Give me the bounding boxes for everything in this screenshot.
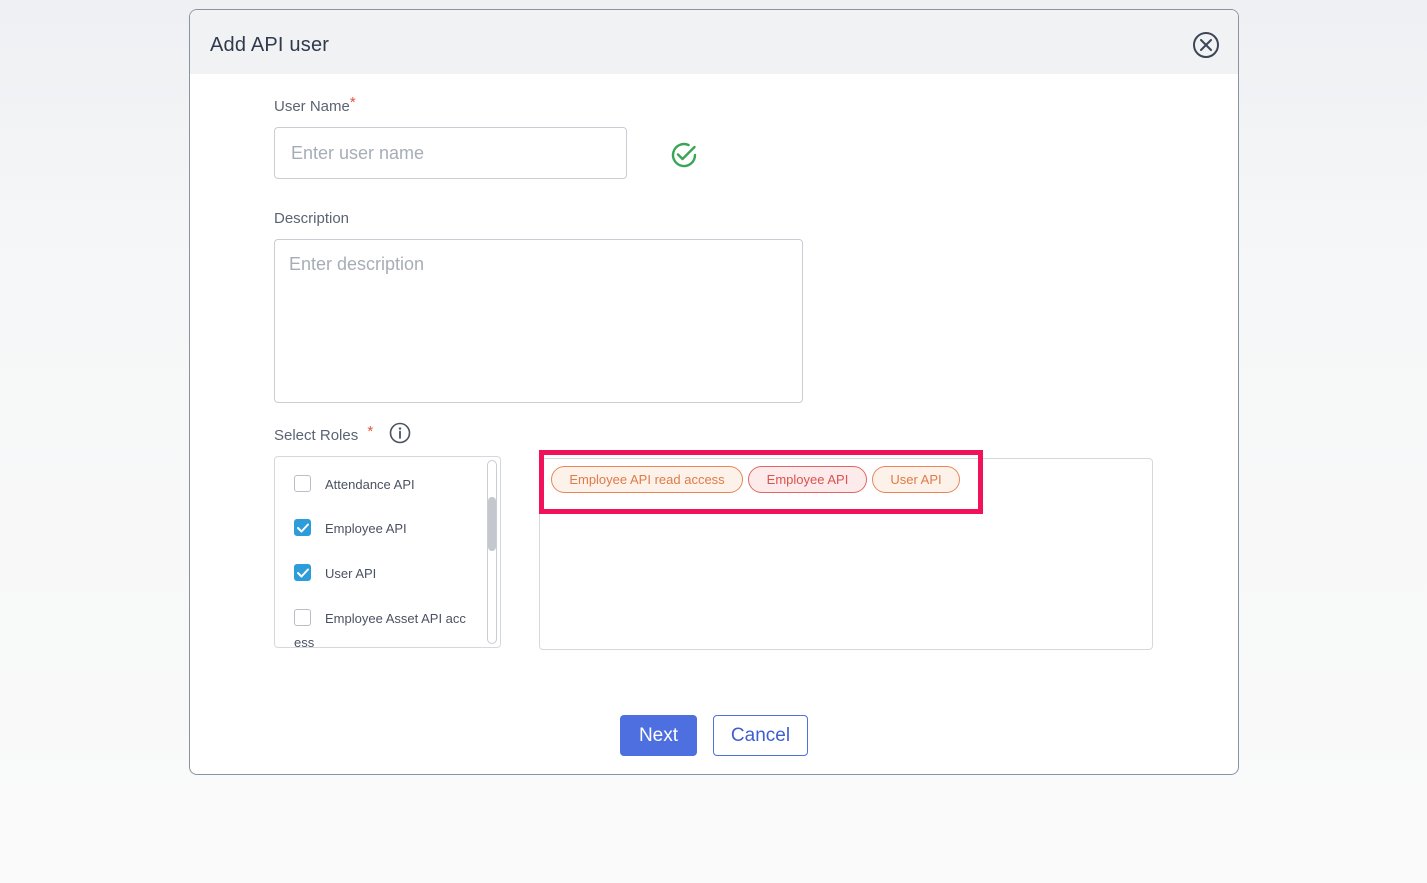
cancel-button[interactable]: Cancel <box>713 715 808 756</box>
info-icon[interactable] <box>389 422 411 444</box>
close-button[interactable] <box>1193 32 1219 58</box>
checkbox-checked[interactable] <box>294 564 311 581</box>
checkbox[interactable] <box>294 475 311 492</box>
checkmark-icon <box>297 523 309 533</box>
selected-role-chip[interactable]: User API <box>872 466 960 493</box>
username-label-text: User Name <box>274 98 350 115</box>
checkmark-icon <box>297 568 309 578</box>
scrollbar-track[interactable] <box>487 460 497 644</box>
checkbox[interactable] <box>294 609 311 626</box>
role-option-label: Attendance API <box>325 477 415 492</box>
username-label: User Name* <box>274 94 356 115</box>
description-textarea[interactable] <box>274 239 803 403</box>
role-option-label-wrap: ess <box>294 635 315 648</box>
roles-label-text: Select Roles <box>274 427 359 444</box>
selected-role-chip[interactable]: Employee API <box>748 466 867 493</box>
add-api-user-dialog: Add API user User Name* Description Sele… <box>189 9 1239 775</box>
description-label: Description <box>274 210 350 227</box>
username-input[interactable] <box>274 127 627 179</box>
required-asterisk: * <box>349 94 356 111</box>
check-circle-icon <box>671 142 697 168</box>
role-option-label: Employee API <box>325 521 407 536</box>
role-option-label: Employee Asset API acc <box>325 611 466 626</box>
required-asterisk: * <box>367 423 374 440</box>
role-option-label: User API <box>325 566 377 581</box>
selected-role-chip[interactable]: Employee API read access <box>551 466 743 493</box>
dialog-header: Add API user <box>190 10 1238 74</box>
checkbox-checked[interactable] <box>294 519 311 536</box>
roles-label: Select Roles * <box>274 423 373 444</box>
close-icon <box>1200 39 1212 51</box>
next-button[interactable]: Next <box>620 715 697 756</box>
dialog-title: Add API user <box>210 34 330 56</box>
scrollbar-thumb[interactable] <box>488 497 496 551</box>
roles-listbox[interactable]: Attendance API Employee API User API Emp… <box>274 456 501 648</box>
